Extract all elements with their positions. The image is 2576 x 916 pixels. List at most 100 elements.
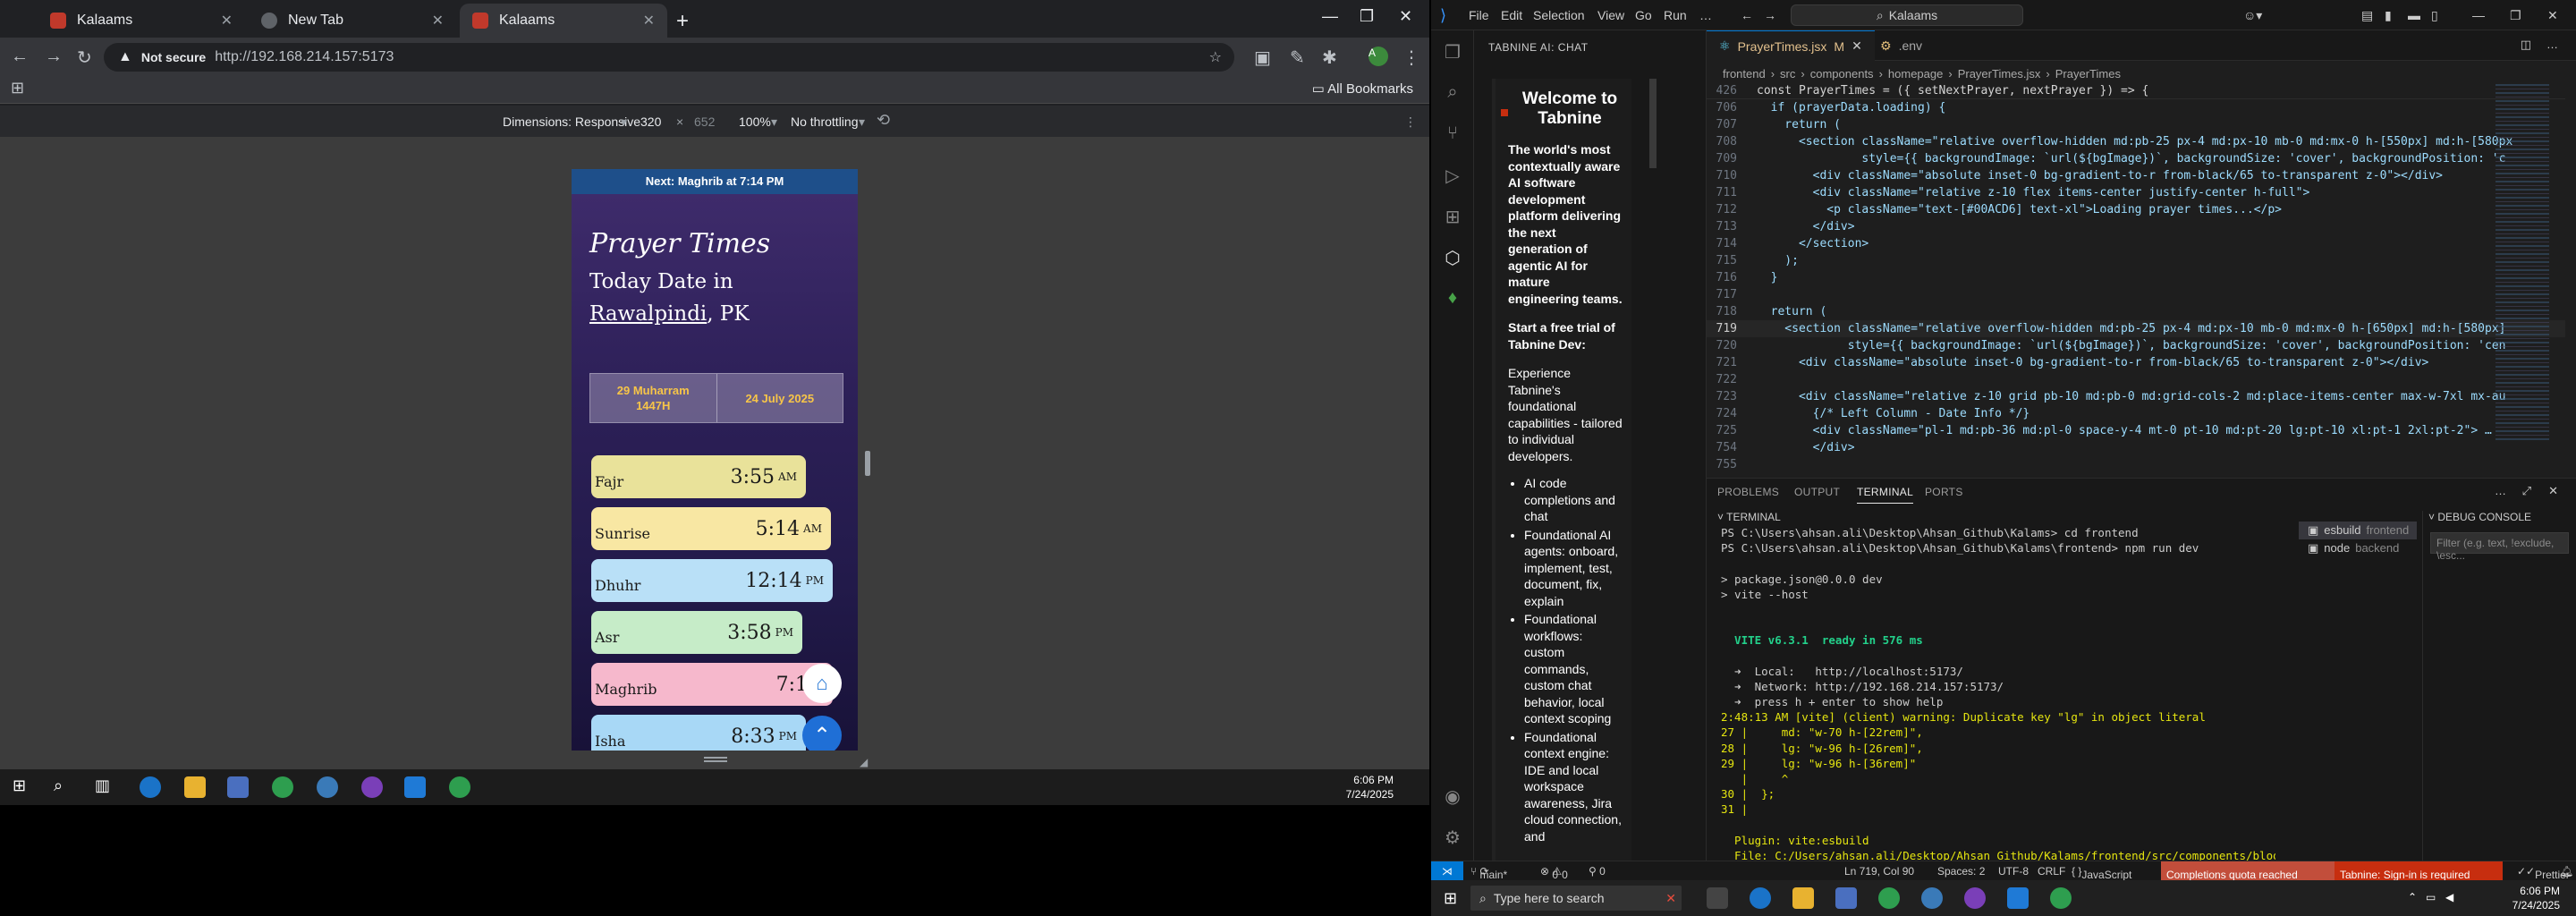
store-icon[interactable] (1835, 887, 1857, 909)
edge-icon[interactable] (140, 776, 161, 798)
menu-edit[interactable]: Edit (1501, 8, 1522, 22)
taskbar-search[interactable]: ⌕ Type here to search ✕ (1470, 886, 1682, 911)
minimap[interactable] (2496, 84, 2549, 442)
forward-icon[interactable]: → (1764, 8, 1776, 22)
run-debug-icon[interactable]: ▷ (1442, 165, 1463, 186)
extensions-puzzle-icon[interactable]: ✱ (1322, 47, 1342, 68)
system-clock[interactable]: 6:06 PM 7/24/2025 (2512, 884, 2560, 912)
close-icon[interactable]: ✕ (1852, 38, 1862, 54)
bell-icon[interactable]: ⚲ 0 (1589, 865, 1606, 878)
code-line[interactable]: 707 return ( (1707, 116, 2565, 133)
breadcrumb-item[interactable]: homepage (1888, 67, 1943, 81)
terminal-instance[interactable]: ▣ node backend (2299, 539, 2417, 557)
close-window-icon[interactable]: ✕ (2547, 8, 2558, 23)
vscode-icon[interactable] (2007, 887, 2029, 909)
toggle-panel-icon[interactable]: ▬ (2408, 8, 2420, 22)
code-editor[interactable]: 426 const PrayerTimes = ({ setNextPrayer,… (1707, 82, 2576, 469)
code-line[interactable]: 716 } (1707, 269, 2565, 286)
extensions-icon[interactable]: ⊞ (1442, 206, 1463, 227)
terminal-instance[interactable]: ▣ esbuild frontend (2299, 522, 2417, 539)
width-input[interactable]: 320 (640, 114, 661, 129)
breadcrumb-item[interactable]: PrayerTimes (2055, 67, 2121, 81)
store-icon[interactable] (227, 776, 249, 798)
code-line[interactable]: 724 {/* Left Column - Date Info */} (1707, 405, 2565, 422)
menu-go[interactable]: Go (1635, 8, 1652, 22)
back-icon[interactable]: ← (1741, 8, 1753, 22)
close-icon[interactable]: ✕ (221, 12, 233, 30)
toggle-secondary-icon[interactable]: ▯ (2431, 8, 2438, 23)
code-line[interactable]: 711 <div className="relative z-10 flex i… (1707, 184, 2565, 201)
menu-view[interactable]: View (1597, 8, 1624, 22)
file-explorer-icon[interactable] (1792, 887, 1814, 909)
mongodb-icon[interactable]: ♦ (1442, 288, 1463, 310)
code-line[interactable]: 719 <section className="relative overflo… (1707, 320, 2565, 337)
chrome-icon[interactable] (272, 776, 293, 798)
problems-indicator[interactable]: ⊗ 0 ⚠ 0 (1540, 865, 1568, 880)
minimize-icon[interactable]: — (1322, 7, 1338, 26)
resize-handle-bottom[interactable] (704, 757, 727, 762)
back-icon[interactable]: ← (11, 47, 30, 66)
dimensions-dropdown[interactable]: Dimensions: Responsive (503, 114, 640, 129)
code-line[interactable]: 713 </div> (1707, 218, 2565, 235)
github-desktop-icon[interactable] (1964, 887, 1986, 909)
city-link[interactable]: Rawalpindi (589, 302, 707, 326)
code-line[interactable]: 710 <div className="absolute inset-0 bg-… (1707, 167, 2565, 184)
tab-ports[interactable]: PORTS (1925, 486, 1963, 498)
menu-selection[interactable]: Selection (1533, 8, 1585, 22)
terminal-output[interactable]: PS C:\Users\ahsan.ali\Desktop\Ahsan_Gith… (1721, 525, 2275, 861)
browser-tab-1[interactable]: Kalaams ✕ (38, 4, 245, 38)
breadcrumb-item[interactable]: frontend (1723, 67, 1766, 81)
copilot-icon[interactable]: ☺▾ (2243, 8, 2262, 23)
app-icon[interactable] (1921, 887, 1943, 909)
tab-terminal[interactable]: TERMINAL (1857, 486, 1914, 504)
eol[interactable]: CRLF (2038, 865, 2065, 878)
zoom-dropdown[interactable]: 100% (739, 114, 771, 129)
code-line[interactable]: 717 (1707, 286, 2565, 303)
throttle-dropdown[interactable]: No throttling (791, 114, 858, 129)
resize-corner-icon[interactable]: ◢ (860, 756, 868, 768)
code-line[interactable]: 709 style={{ backgroundImage: `url(${bgI… (1707, 150, 2565, 167)
windows-start-icon[interactable]: ⊞ (13, 776, 26, 795)
kebab-menu-icon[interactable]: ⋮ (1402, 47, 1422, 68)
chrome-icon[interactable] (2050, 887, 2072, 909)
split-editor-icon[interactable]: ◫ (2521, 38, 2531, 52)
tabnine-icon[interactable]: ⬡ (1442, 247, 1463, 268)
indentation[interactable]: Spaces: 2 (1937, 865, 1985, 878)
code-line[interactable]: 755 (1707, 456, 2565, 469)
layout-icon[interactable]: ▤ (2361, 8, 2373, 23)
edge-icon[interactable] (1750, 887, 1771, 909)
rotate-icon[interactable]: ⟲ (877, 111, 890, 130)
code-line[interactable]: 712 <p className="text-[#00ACD6] text-xl… (1707, 201, 2565, 218)
kebab-menu-icon[interactable]: ⋮ (1404, 114, 1417, 130)
tab-problems[interactable]: PROBLEMS (1717, 486, 1779, 498)
tab-output[interactable]: OUTPUT (1794, 486, 1840, 498)
maximize-panel-icon[interactable]: ⤢ (2522, 484, 2531, 498)
prettier-status[interactable]: ✓✓ Prettier (2517, 865, 2570, 880)
remote-indicator[interactable]: ⋊ (1431, 861, 1463, 880)
more-actions-icon[interactable]: … (2495, 484, 2506, 497)
code-line[interactable]: 718 return ( (1707, 303, 2565, 320)
code-line[interactable]: 721 <div className="absolute inset-0 bg-… (1707, 354, 2565, 371)
eyedropper-icon[interactable]: ✎ (1290, 47, 1309, 68)
windows-start-icon[interactable]: ⊞ (1444, 889, 1457, 908)
forward-icon[interactable]: → (45, 47, 64, 66)
browser-tab-3[interactable]: Kalaams ✕ (460, 4, 667, 38)
maximize-icon[interactable]: ❐ (2510, 8, 2521, 23)
encoding[interactable]: UTF-8 (1998, 865, 2029, 878)
tabnine-status-badge[interactable]: Tabnine: Sign-in is required (2334, 861, 2503, 880)
reload-icon[interactable]: ↻ (77, 47, 97, 68)
volume-icon[interactable]: ◀ (2445, 891, 2453, 903)
gear-icon[interactable]: ⚙ (1442, 827, 1463, 848)
resize-handle-right[interactable] (865, 451, 870, 476)
breadcrumb-item[interactable]: PrayerTimes.jsx (1958, 67, 2041, 81)
toggle-sidebar-icon[interactable]: ▮ (2385, 8, 2392, 23)
avatar[interactable]: A (1368, 47, 1388, 66)
app-icon[interactable] (317, 776, 338, 798)
chrome-icon[interactable] (449, 776, 470, 798)
github-desktop-icon[interactable] (361, 776, 383, 798)
command-center-search[interactable]: ⌕ Kalaams (1791, 4, 2023, 26)
close-icon[interactable]: ✕ (643, 12, 655, 30)
close-icon[interactable]: ✕ (432, 12, 444, 30)
language-mode[interactable]: { } JavaScript JSX (2072, 865, 2131, 880)
bell-icon[interactable]: 🔔︎ (2560, 865, 2573, 878)
